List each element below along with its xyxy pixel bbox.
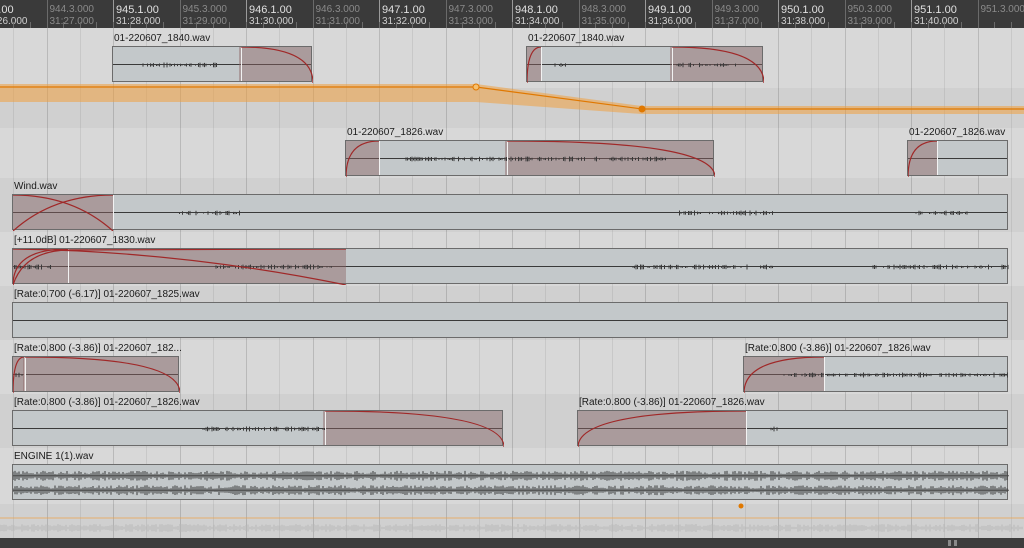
scroll-handle-icon[interactable]	[948, 540, 951, 546]
ruler-bar-label: 4.1.00	[0, 4, 14, 16]
timeline-ruler[interactable]: 4.1.0031:26.000944.3.00031:27.000945.1.0…	[0, 0, 1024, 28]
ruler-time-label: 31:31.000	[315, 16, 361, 27]
ruler-time-label: 31:40.000	[914, 16, 959, 27]
ruler-bar-label: 947.3.000	[448, 4, 494, 15]
ruler-time-label: 31:37.000	[714, 16, 760, 27]
ruler-bar-label: 945.1.00	[116, 4, 159, 16]
ruler-bar-label: 949.3.000	[714, 4, 760, 15]
arrange-view[interactable]: 01-220607_1840.wav 01-220607_1840.wav 01-2…	[0, 28, 1024, 538]
ruler-bar-label: 946.3.000	[315, 4, 361, 15]
envelope-point[interactable]	[738, 503, 744, 509]
ruler-time-label: 31:36.000	[648, 16, 693, 27]
ruler-time-label: 31:33.000	[448, 16, 494, 27]
ruler-time-label: 31:27.000	[49, 16, 95, 27]
ruler-bar-label: 946.1.00	[249, 4, 292, 16]
envelope-overlay	[0, 83, 1024, 532]
ruler-time-label: 31:32.000	[382, 16, 427, 27]
ruler-bar-label: 944.3.000	[49, 4, 95, 15]
ruler-time-label: 31:28.000	[116, 16, 161, 27]
ruler-bar-label: 950.3.000	[847, 4, 893, 15]
ruler-bar-label: 951.1.00	[914, 4, 957, 16]
ruler-bar-label: 950.1.00	[781, 4, 824, 16]
envelope-point[interactable]	[472, 83, 480, 91]
ruler-time-label: 31:38.000	[781, 16, 826, 27]
ruler-time-label: 31:39.000	[847, 16, 893, 27]
ruler-bar-label: 951.3.000	[980, 4, 1024, 15]
status-bar	[0, 538, 1024, 548]
ghost-waveform[interactable]	[0, 524, 1023, 532]
ruler-bar-label: 945.3.000	[182, 4, 228, 15]
ruler-bar-label: 949.1.00	[648, 4, 691, 16]
ruler-time-label: 31:29.000	[182, 16, 228, 27]
ruler-time-label: 31:30.000	[249, 16, 294, 27]
ruler-bar-label: 948.3.000	[581, 4, 627, 15]
ruler-time-label: 31:35.000	[581, 16, 627, 27]
scroll-handle-icon[interactable]	[954, 540, 957, 546]
ruler-time-label: 31:34.000	[515, 16, 560, 27]
envelope-point[interactable]	[638, 105, 646, 113]
ruler-bar-label: 947.1.00	[382, 4, 425, 16]
ruler-bar-label: 948.1.00	[515, 4, 558, 16]
